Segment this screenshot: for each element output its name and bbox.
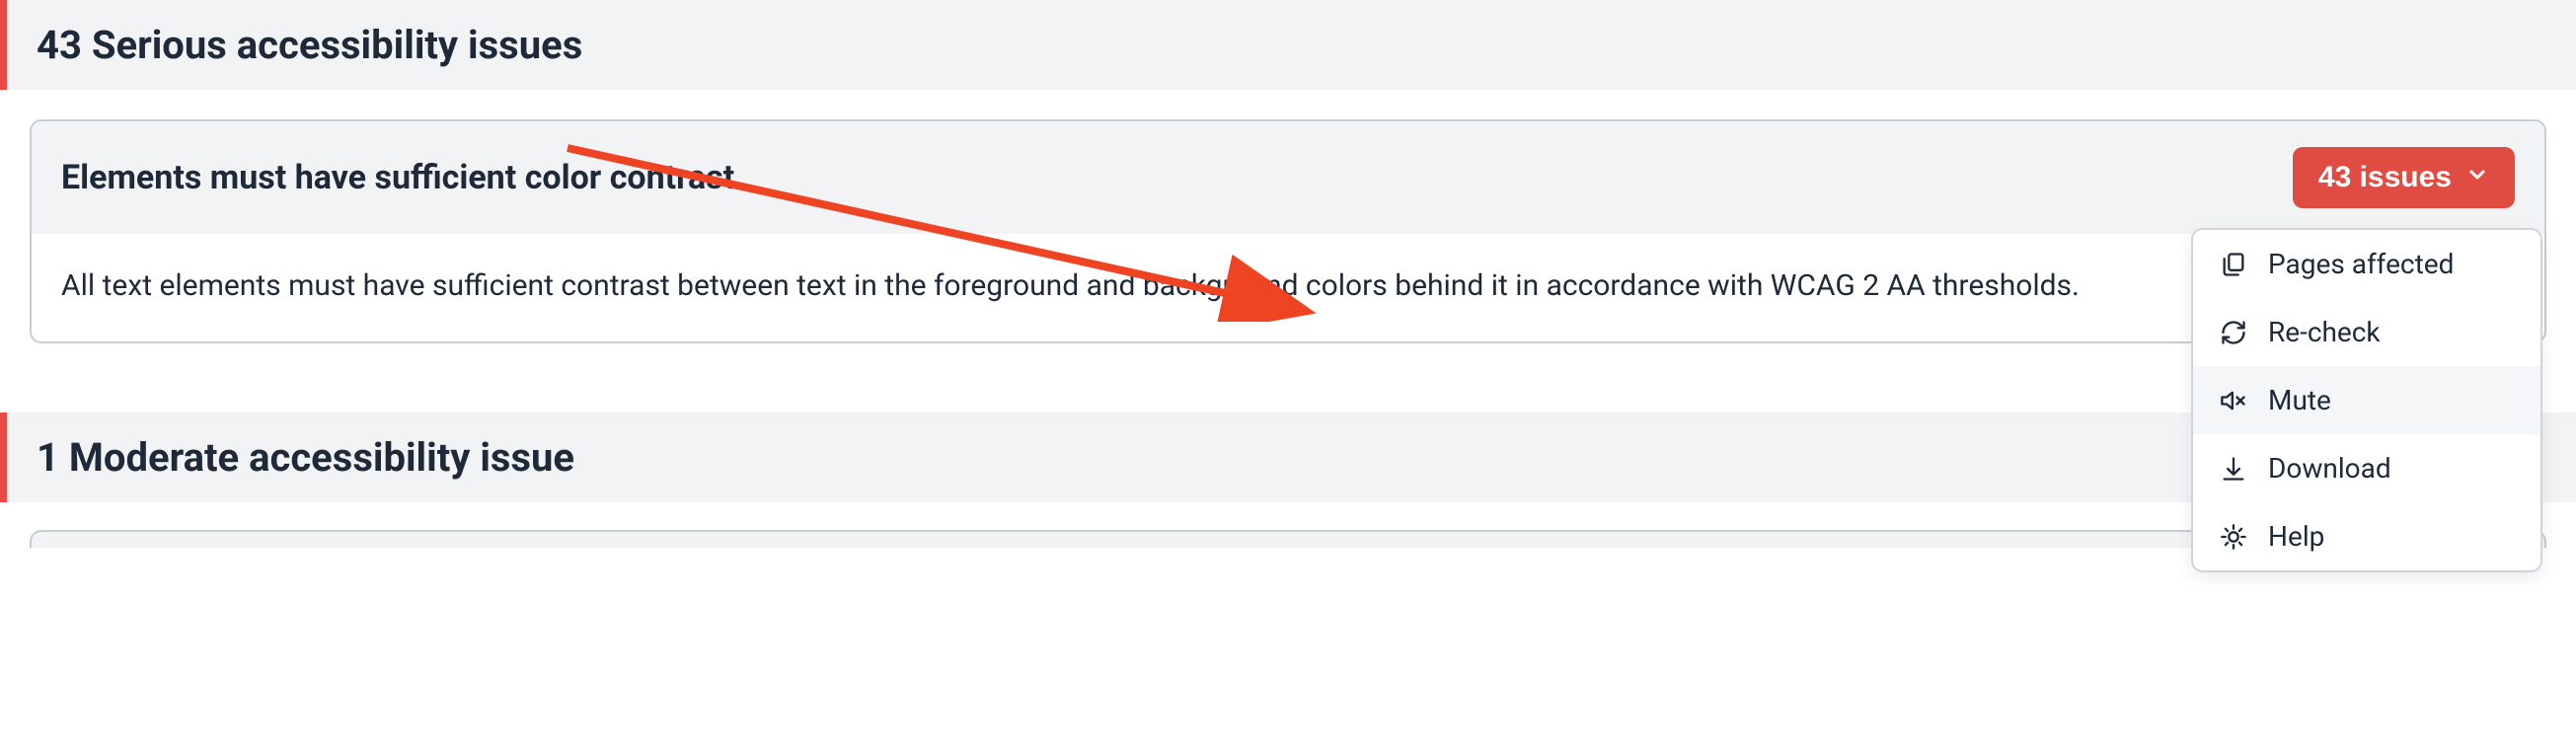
dropdown-item-label: Download — [2268, 452, 2391, 485]
mute-icon — [2219, 386, 2248, 415]
issue-card-title: Elements must have sufficient color cont… — [61, 158, 734, 197]
dropdown-item-help[interactable]: Help — [2193, 502, 2540, 570]
moderate-issues-header: 1 Moderate accessibility issue — [0, 412, 2576, 502]
issue-description: All text elements must have sufficient c… — [61, 263, 2515, 308]
serious-issues-header: 43 Serious accessibility issues — [0, 0, 2576, 90]
issues-count-label: 43 issues — [2318, 161, 2452, 194]
chevron-down-icon — [2465, 161, 2489, 194]
refresh-icon — [2219, 318, 2248, 347]
dropdown-item-label: Pages affected — [2268, 248, 2454, 280]
dropdown-item-label: Mute — [2268, 384, 2331, 416]
moderate-issues-title: 1 Moderate accessibility issue — [37, 434, 574, 481]
issue-card-header: Elements must have sufficient color cont… — [32, 121, 2544, 234]
dropdown-item-recheck[interactable]: Re-check — [2193, 298, 2540, 366]
lightbulb-icon — [2219, 522, 2248, 552]
dropdown-item-mute[interactable]: Mute — [2193, 366, 2540, 434]
issues-count-button[interactable]: 43 issues — [2293, 147, 2515, 208]
dropdown-item-download[interactable]: Download — [2193, 434, 2540, 502]
next-card-top-edge — [30, 530, 2546, 548]
dropdown-item-pages-affected[interactable]: Pages affected — [2193, 230, 2540, 298]
issue-card: Elements must have sufficient color cont… — [30, 119, 2546, 343]
dropdown-item-label: Help — [2268, 520, 2324, 553]
issue-actions-dropdown: Pages affected Re-check Mut — [2191, 228, 2542, 572]
download-icon — [2219, 454, 2248, 484]
dropdown-item-label: Re-check — [2268, 316, 2381, 348]
issue-card-body: All text elements must have sufficient c… — [32, 234, 2544, 341]
pages-icon — [2219, 250, 2248, 279]
serious-issues-title: 43 Serious accessibility issues — [37, 22, 582, 68]
